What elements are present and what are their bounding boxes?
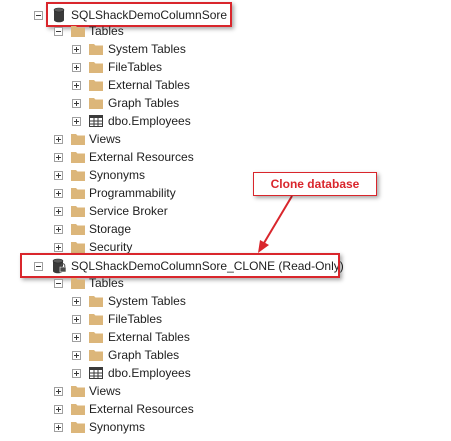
callout-box: Clone database xyxy=(253,172,377,196)
annotation-arrow xyxy=(258,195,293,253)
